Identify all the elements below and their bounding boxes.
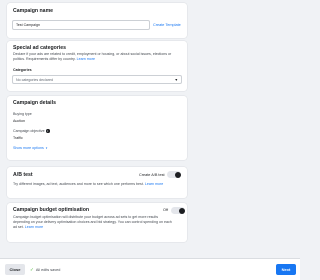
show-more-options-link[interactable]: Show more options ▼ — [13, 146, 48, 150]
info-icon[interactable]: i — [46, 129, 50, 133]
categories-value: No categories declared — [16, 77, 53, 82]
ab-test-description: Try different images, ad text, audiences… — [13, 182, 164, 186]
objective-label-row: Campaign objective i — [13, 129, 50, 133]
special-ad-learn-more-link[interactable]: Learn more — [77, 57, 95, 61]
categories-label: Categories — [13, 68, 32, 72]
campaign-name-card: Campaign name Test Campaign Create Templ… — [7, 3, 187, 38]
special-ad-categories-card: Special ad categories Declare if your ad… — [7, 41, 187, 91]
close-button[interactable]: Close — [5, 264, 25, 275]
budget-optimisation-card: Campaign budget optimisation Off Campaig… — [7, 203, 187, 242]
editor-scroll-area[interactable]: Campaign name Test Campaign Create Templ… — [0, 0, 300, 258]
special-ad-description: Declare if your ads are related to credi… — [13, 52, 172, 61]
categories-dropdown[interactable]: No categories declared ▼ — [12, 75, 182, 84]
ab-test-learn-more-link[interactable]: Learn more — [145, 182, 163, 186]
footer-bar: Close ✓ All edits saved Next — [0, 258, 300, 280]
campaign-details-title: Campaign details — [13, 100, 56, 106]
save-status-text: All edits saved — [35, 268, 61, 272]
buying-type-label: Buying type — [13, 112, 32, 116]
chevron-down-icon: ▼ — [45, 146, 48, 150]
campaign-details-card: Campaign details Buying type Auction Cam… — [7, 96, 187, 160]
budget-toggle-label: Off — [163, 208, 168, 212]
campaign-name-title: Campaign name — [13, 8, 54, 14]
next-button[interactable]: Next — [276, 264, 296, 275]
buying-type-value: Auction — [13, 119, 25, 123]
check-icon: ✓ — [30, 267, 34, 272]
budget-learn-more-link[interactable]: Learn more — [25, 225, 43, 229]
ab-test-title: A/B test — [13, 172, 33, 178]
toggle-knob — [178, 207, 185, 214]
budget-title: Campaign budget optimisation — [13, 207, 90, 213]
objective-value: Traffic — [13, 136, 23, 140]
objective-label: Campaign objective — [13, 129, 45, 133]
special-ad-title: Special ad categories — [13, 45, 67, 51]
campaign-name-value: Test Campaign — [16, 23, 40, 27]
ab-test-toggle[interactable] — [167, 171, 181, 178]
budget-toggle[interactable] — [171, 207, 185, 214]
save-status: ✓ All edits saved — [30, 267, 60, 273]
toggle-knob — [174, 171, 181, 178]
budget-description: Campaign budget optimisation will distri… — [13, 215, 172, 229]
campaign-name-input[interactable]: Test Campaign — [12, 20, 150, 30]
ab-test-toggle-label: Create A/B test — [139, 172, 165, 177]
chevron-down-icon: ▼ — [174, 77, 178, 82]
ab-test-card: A/B test Create A/B test Try different i… — [7, 167, 187, 198]
create-template-link[interactable]: Create Template — [153, 23, 181, 27]
